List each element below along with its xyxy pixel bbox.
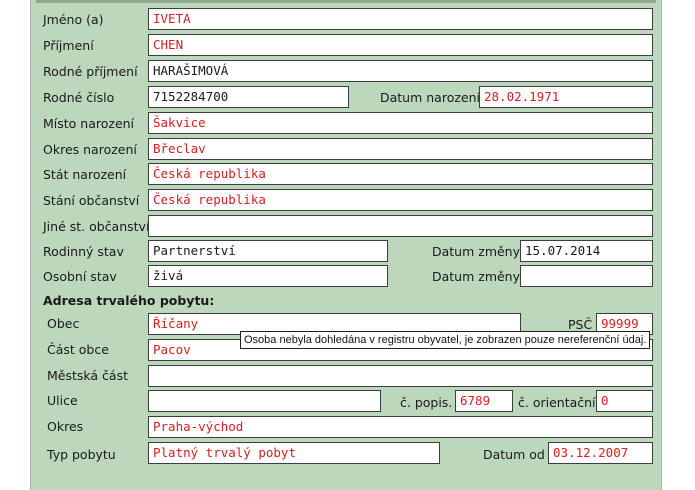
label-cislo-orientacni: č. orientační (518, 395, 596, 410)
label-typ-pobytu: Typ pobytu (47, 447, 116, 462)
field-typ-pobytu[interactable]: Platný trvalý pobyt (148, 442, 440, 464)
label-stat-narozeni: Stát narození (43, 167, 127, 182)
field-rodne-prijmeni[interactable]: HARAŠIMOVÁ (148, 60, 653, 82)
field-okres-narozeni[interactable]: Břeclav (148, 138, 653, 160)
field-osobni-stav[interactable]: živá (148, 265, 388, 287)
tooltip-nonreferential-info: Osoba nebyla dohledána v registru obyvat… (240, 331, 651, 349)
label-datum-zmeny-rodinny: Datum změny (432, 244, 521, 259)
label-cislo-popisne: č. popis. (400, 395, 453, 410)
field-jmeno[interactable]: IVETA (148, 8, 653, 30)
label-obec: Obec (47, 316, 80, 331)
label-okres-narozeni: Okres narození (43, 142, 137, 157)
field-datum-narozeni[interactable]: 28.02.1971 (479, 86, 653, 108)
label-mestska-cast: Městská část (47, 368, 128, 383)
label-stani-obcanstvi: Stání občanství (43, 193, 140, 208)
label-ulice: Ulice (47, 393, 78, 408)
label-jine-obcanstvi: Jiné st. občanství (43, 219, 150, 234)
field-okres[interactable]: Praha-východ (148, 416, 653, 438)
field-datum-od[interactable]: 03.12.2007 (548, 442, 653, 464)
label-psc: PSČ (568, 317, 593, 332)
field-stat-narozeni[interactable]: Česká republika (148, 163, 653, 185)
label-jmeno: Jméno (a) (43, 12, 104, 27)
field-ulice[interactable] (148, 390, 381, 412)
section-heading-adresa: Adresa trvalého pobytu: (43, 293, 215, 308)
field-prijmeni[interactable]: CHEN (148, 34, 653, 56)
field-datum-zmeny-osobni[interactable] (520, 265, 653, 287)
label-rodinny-stav: Rodinný stav (43, 244, 124, 259)
field-mestska-cast[interactable] (148, 365, 653, 387)
field-cislo-popisne[interactable]: 6789 (455, 390, 513, 412)
field-rodinny-stav[interactable]: Partnerství (148, 240, 388, 262)
label-datum-zmeny-osobni: Datum změny (432, 269, 521, 284)
label-datum-od: Datum od (483, 447, 545, 462)
label-datum-narozeni: Datum narození (380, 90, 480, 105)
field-datum-zmeny-rodinny[interactable]: 15.07.2014 (520, 240, 653, 262)
field-jine-obcanstvi[interactable] (148, 215, 653, 237)
label-misto-narozeni: Místo narození (43, 116, 135, 131)
field-misto-narozeni[interactable]: Šakvice (148, 112, 653, 134)
label-osobni-stav: Osobní stav (43, 269, 117, 284)
label-prijmeni: Příjmení (43, 38, 94, 53)
label-okres: Okres (47, 419, 84, 434)
panel-top-border (36, 0, 656, 3)
field-rodne-cislo[interactable]: 7152284700 (148, 86, 349, 108)
label-rodne-cislo: Rodné číslo (43, 90, 115, 105)
label-cast-obce: Část obce (47, 342, 109, 357)
label-rodne-prijmeni: Rodné příjmení (43, 64, 138, 79)
field-cislo-orientacni[interactable]: 0 (596, 390, 653, 412)
field-stani-obcanstvi[interactable]: Česká republika (148, 189, 653, 211)
